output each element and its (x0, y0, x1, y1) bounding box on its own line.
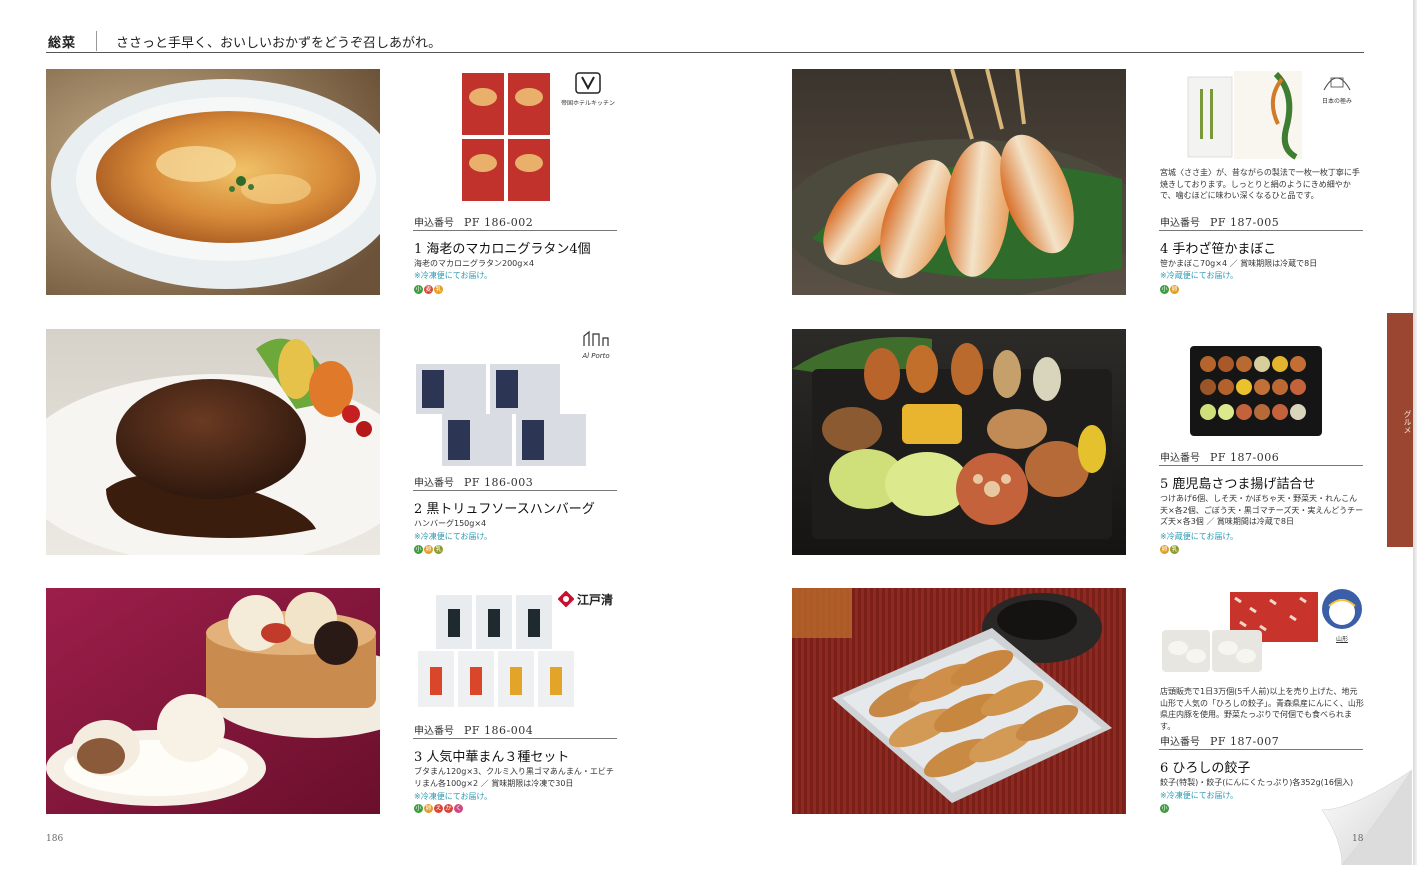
item-3-allergen-badges: 小 卵 え か く (414, 804, 463, 813)
page-number-right: 18 (1352, 834, 1364, 844)
order-code-value: PF 187-006 (1210, 451, 1280, 464)
item-1-brand-name: 帝国ホテルキッチン (560, 100, 615, 107)
allergen-badge: え (434, 804, 443, 813)
item-4-description: 笹かまぼこ70g×4 ／ 賞味期限は冷蔵で8日 (1160, 259, 1318, 268)
item-1-brand-logo: 帝国ホテルキッチン (556, 72, 620, 108)
item-3-description: ブタまん120g×3、クルミ入り黒ゴマあんまん・エビチリまん各100g×2 ／ … (414, 767, 614, 788)
header-divider (96, 31, 97, 51)
item-1-package-image (458, 69, 558, 207)
item-6-region-label: 山形 (1335, 636, 1348, 643)
item-5-allergen-badges: 卵 乳 (1160, 545, 1179, 554)
header-rule (46, 52, 1364, 53)
item-4-brand-logo: 日本の極み (1310, 70, 1364, 105)
item-3-title: 3 人気中華まん３種セット (414, 750, 570, 765)
item-3-order-code: 申込番号 PF 186-004 (414, 722, 533, 737)
allergen-badge: 乳 (434, 545, 443, 554)
item-2-rule (413, 490, 617, 491)
allergen-badge: 卵 (424, 545, 433, 554)
order-code-label: 申込番号 (414, 726, 454, 737)
order-code-label: 申込番号 (414, 218, 454, 229)
allergen-badge: 乳 (1170, 545, 1179, 554)
item-4-order-code: 申込番号 PF 187-005 (1160, 214, 1279, 229)
order-code-value: PF 186-004 (464, 724, 534, 737)
order-code-value: PF 187-007 (1210, 735, 1280, 748)
item-5-delivery-note: ※冷蔵便にてお届け。 (1160, 532, 1239, 541)
item-1-order-code: 申込番号 PF 186-002 (414, 214, 533, 229)
item-3-rule (413, 738, 617, 739)
allergen-badge: 小 (1160, 804, 1169, 813)
order-code-value: PF 187-005 (1210, 216, 1280, 229)
page-number-left: 186 (46, 834, 64, 844)
item-6-allergen-badges: 小 (1160, 804, 1169, 813)
item-1-allergen-badges: 小 麦 乳 (414, 285, 443, 294)
item-6-title: 6 ひろしの餃子 (1160, 761, 1251, 776)
allergen-badge: く (454, 804, 463, 813)
item-6-intro: 店頭販売で1日3万個(5千人前)以上を売り上げた、地元山形で人気の「ひろしの餃子… (1160, 687, 1364, 731)
allergen-badge: 小 (1160, 285, 1169, 294)
allergen-badge: 小 (414, 804, 423, 813)
category-side-tab-label: グルメ (1403, 410, 1412, 434)
order-code-value: PF 186-002 (464, 216, 534, 229)
item-5-rule (1159, 465, 1363, 466)
item-2-title: 2 黒トリュフソースハンバーグ (414, 502, 595, 517)
allergen-badge: 卵 (424, 804, 433, 813)
item-3-photo (46, 588, 380, 814)
item-4-rule (1159, 230, 1363, 231)
item-3-brand-logo: 江戸清 (558, 589, 620, 609)
item-6-order-code: 申込番号 PF 187-007 (1160, 733, 1279, 748)
item-1-title: 1 海老のマカロニグラタン4個 (414, 242, 591, 257)
section-category: 総菜 (48, 36, 77, 51)
page-curl[interactable] (1312, 769, 1413, 866)
item-2-brand-name: Al Porto (582, 352, 610, 360)
item-4-package-image (1186, 69, 1304, 161)
item-1-photo (46, 69, 380, 295)
item-5-photo (792, 329, 1126, 555)
item-2-package-image (414, 360, 614, 470)
item-6-photo (792, 588, 1126, 814)
section-tagline: ささっと手早く、おいしいおかずをどうぞ召しあがれ。 (116, 36, 442, 51)
item-3-package-image (414, 591, 586, 711)
item-6-package-image (1160, 588, 1320, 676)
item-6-furusato-badge: 山形 (1320, 588, 1364, 650)
allergen-badge: 乳 (434, 285, 443, 294)
item-4-brand-name: 日本の極み (1321, 98, 1352, 105)
order-code-label: 申込番号 (1160, 218, 1200, 229)
item-4-intro: 宮城〈ささ圭〉が、昔ながらの製法で一枚一枚丁寧に手焼きしております。しっとりと絹… (1160, 168, 1360, 200)
item-4-allergen-badges: 小 卵 (1160, 285, 1179, 294)
item-2-photo (46, 329, 380, 555)
item-5-title: 5 鹿児島さつま揚げ詰合せ (1160, 477, 1316, 492)
item-1-rule (413, 230, 617, 231)
order-code-label: 申込番号 (414, 478, 454, 489)
order-code-label: 申込番号 (1160, 737, 1200, 748)
item-2-brand-logo: Al Porto (574, 330, 618, 368)
item-1-description: 海老のマカロニグラタン200g×4 (414, 259, 535, 268)
item-2-allergen-badges: 小 卵 乳 (414, 545, 443, 554)
page-edge (1413, 0, 1417, 865)
item-6-rule (1159, 749, 1363, 750)
allergen-badge: 卵 (1170, 285, 1179, 294)
item-2-delivery-note: ※冷凍便にてお届け。 (414, 532, 493, 541)
allergen-badge: か (444, 804, 453, 813)
order-code-label: 申込番号 (1160, 453, 1200, 464)
item-4-delivery-note: ※冷蔵便にてお届け。 (1160, 271, 1239, 280)
item-3-brand-name: 江戸清 (577, 592, 614, 607)
allergen-badge: 麦 (424, 285, 433, 294)
item-4-title: 4 手わざ笹かまぼこ (1160, 242, 1277, 257)
item-3-delivery-note: ※冷凍便にてお届け。 (414, 792, 493, 801)
item-5-description: つけあげ6個、しそ天・かぼちゃ天・野菜天・れんこん天×各2個、ごぼう天・黒ゴマチ… (1160, 494, 1364, 526)
allergen-badge: 小 (414, 285, 423, 294)
item-1-delivery-note: ※冷凍便にてお届け。 (414, 271, 493, 280)
order-code-value: PF 186-003 (464, 476, 534, 489)
item-2-description: ハンバーグ150g×4 (414, 519, 487, 528)
item-5-order-code: 申込番号 PF 187-006 (1160, 449, 1279, 464)
allergen-badge: 卵 (1160, 545, 1169, 554)
item-6-delivery-note: ※冷凍便にてお届け。 (1160, 791, 1239, 800)
item-4-photo (792, 69, 1126, 295)
item-5-package-image (1188, 342, 1324, 440)
allergen-badge: 小 (414, 545, 423, 554)
item-2-order-code: 申込番号 PF 186-003 (414, 474, 533, 489)
